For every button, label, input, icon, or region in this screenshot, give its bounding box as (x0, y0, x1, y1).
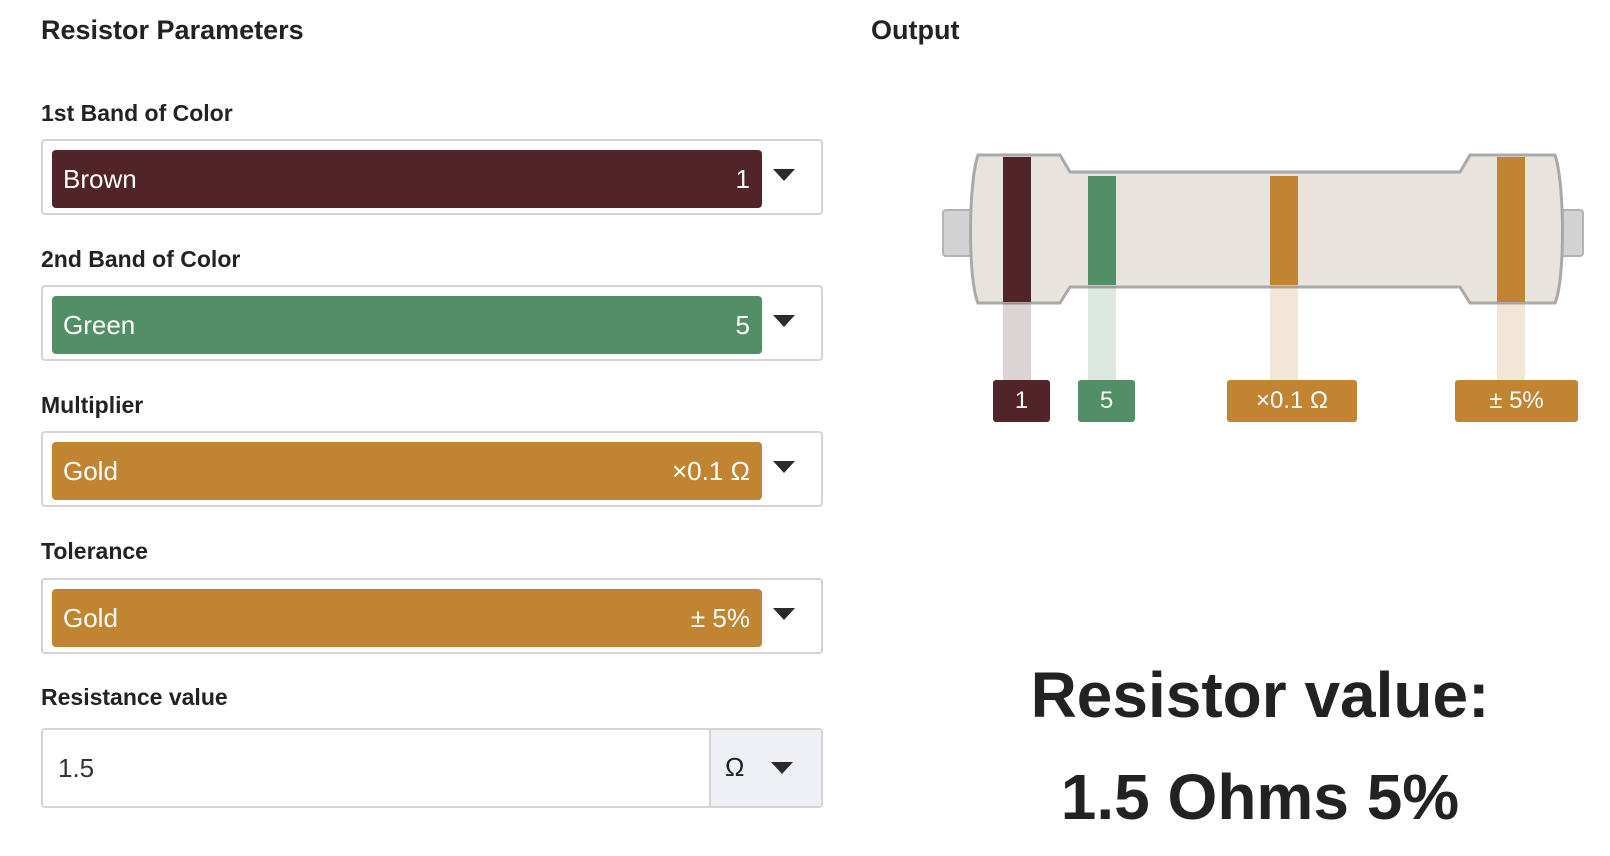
band1-value: 1 (735, 163, 750, 194)
resistance-field: 1.5 Ω (41, 728, 823, 808)
multiplier-tag: ×0.1 Ω (1227, 380, 1357, 422)
resistance-input[interactable]: 1.5 (58, 730, 658, 806)
chevron-down-icon[interactable] (773, 169, 795, 181)
band2-tag: 5 (1078, 380, 1135, 422)
multiplier-value: ×0.1 Ω (672, 455, 750, 486)
multiplier-select[interactable]: Gold ×0.1 Ω (41, 431, 823, 507)
multiplier-label: Multiplier (41, 392, 144, 418)
multiplier-connector (1270, 286, 1298, 380)
band2-select[interactable]: Green 5 (41, 285, 823, 361)
multiplier-color-name: Gold (63, 455, 118, 486)
parameters-heading: Resistor Parameters (41, 15, 304, 45)
unit-label: Ω (725, 752, 745, 782)
band2-color-name: Green (63, 309, 136, 340)
tolerance-color-name: Gold (63, 602, 118, 633)
band1-stripe (1003, 157, 1031, 302)
chevron-down-icon[interactable] (773, 608, 795, 620)
unit-select[interactable]: Ω (709, 730, 821, 806)
resistor-body (969, 153, 1564, 305)
band1-tag: 1 (993, 380, 1050, 422)
multiplier-stripe (1270, 176, 1298, 285)
tolerance-connector (1497, 303, 1525, 380)
band2-color-swatch: Green 5 (52, 296, 762, 354)
output-heading: Output (871, 15, 960, 45)
tolerance-tag: ± 5% (1455, 380, 1578, 422)
band1-label: 1st Band of Color (41, 100, 233, 126)
result-value: 1.5 Ohms 5% (1060, 761, 1460, 833)
tolerance-select[interactable]: Gold ± 5% (41, 578, 823, 654)
band2-connector (1088, 286, 1116, 380)
tolerance-label: Tolerance (41, 538, 148, 564)
tolerance-stripe (1497, 157, 1525, 302)
band2-value: 5 (735, 309, 750, 340)
tolerance-value: ± 5% (690, 602, 750, 633)
tolerance-color-swatch: Gold ± 5% (52, 589, 762, 647)
band1-color-name: Brown (63, 163, 137, 194)
band1-color-swatch: Brown 1 (52, 150, 762, 208)
band1-connector (1003, 303, 1031, 380)
band2-label: 2nd Band of Color (41, 246, 241, 272)
band2-stripe (1088, 176, 1116, 285)
multiplier-color-swatch: Gold ×0.1 Ω (52, 442, 762, 500)
band1-select[interactable]: Brown 1 (41, 139, 823, 215)
chevron-down-icon[interactable] (773, 461, 795, 473)
chevron-down-icon[interactable] (773, 315, 795, 327)
result-title: Resistor value: (1030, 659, 1490, 731)
chevron-down-icon[interactable] (771, 762, 793, 774)
resistance-label: Resistance value (41, 684, 228, 710)
